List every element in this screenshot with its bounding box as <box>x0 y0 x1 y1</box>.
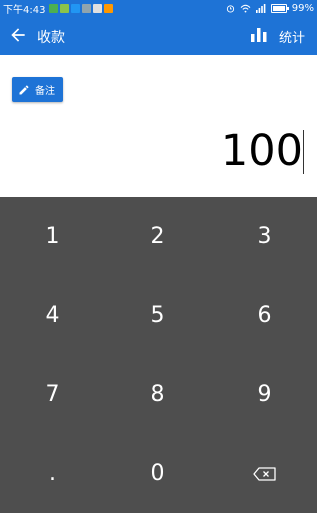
backspace-key[interactable] <box>212 434 317 513</box>
stats-button[interactable]: 统计 <box>279 27 305 46</box>
key-5[interactable]: 5 <box>105 276 210 355</box>
key-4[interactable]: 4 <box>0 276 105 355</box>
notification-icon <box>49 3 59 13</box>
app-bar: 收款 统计 <box>0 16 317 55</box>
key-decimal[interactable]: . <box>0 434 105 513</box>
notification-icon <box>82 3 92 13</box>
key-9[interactable]: 9 <box>212 355 317 434</box>
key-1[interactable]: 1 <box>0 197 105 276</box>
status-time: 下午4:43 <box>3 4 46 16</box>
key-6[interactable]: 6 <box>212 276 317 355</box>
wifi-icon <box>240 4 251 13</box>
bar-chart-icon[interactable] <box>251 28 267 42</box>
key-3[interactable]: 3 <box>212 197 317 276</box>
note-button-label: 备注 <box>35 86 55 97</box>
key-0[interactable]: 0 <box>105 434 210 513</box>
page-title: 收款 <box>37 30 65 46</box>
battery-percent: 99% <box>291 2 314 14</box>
status-right: 99% <box>226 0 314 16</box>
alarm-icon <box>226 4 234 13</box>
notification-icons <box>49 3 114 13</box>
back-arrow-icon[interactable] <box>8 25 28 45</box>
status-bar: 下午4:43 99% <box>0 0 317 16</box>
amount-display: 100 <box>220 126 303 176</box>
note-button[interactable]: 备注 <box>12 77 63 102</box>
text-cursor <box>303 130 304 174</box>
signal-icon <box>255 3 266 13</box>
key-2[interactable]: 2 <box>105 197 210 276</box>
backspace-icon <box>252 466 276 481</box>
battery-icon <box>270 3 289 13</box>
key-7[interactable]: 7 <box>0 355 105 434</box>
keypad: 1 2 3 4 5 6 7 8 9 . 0 <box>0 197 317 513</box>
notification-icon <box>71 3 81 13</box>
notification-icon <box>104 3 114 13</box>
pencil-icon <box>19 84 29 94</box>
key-8[interactable]: 8 <box>105 355 210 434</box>
notification-icon <box>60 3 70 13</box>
notification-icon <box>93 3 103 13</box>
